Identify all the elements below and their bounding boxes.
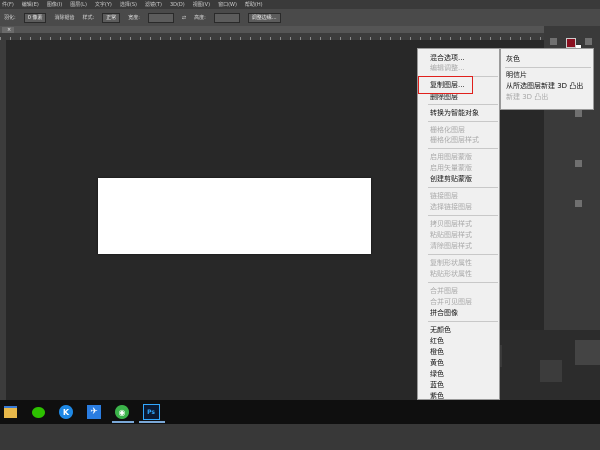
menu-window[interactable]: 窗口(W) [218, 1, 237, 8]
menu-item-new-3d-extrusion: 新建 3D 凸出 [506, 93, 549, 101]
active-app-indicator [112, 421, 134, 423]
menu-layer[interactable]: 图层(L) [70, 1, 87, 8]
menu-item-rasterize-layer: 栅格化图层 [430, 126, 465, 134]
menu-help[interactable]: 帮助(H) [245, 1, 263, 8]
feather-input[interactable]: 0 像素 [23, 12, 47, 23]
menu-item-copy-shape-attributes: 复制形状属性 [430, 259, 472, 267]
blurred-block [575, 340, 600, 365]
menu-item-link-layers: 链接图层 [430, 192, 458, 200]
panel-tool-icon[interactable] [575, 110, 582, 117]
feishu-icon[interactable]: ✈ [84, 402, 104, 422]
menu-separator [428, 187, 498, 188]
menu-item-blending-options[interactable]: 混合选项... [430, 54, 465, 63]
menu-select[interactable]: 选择(S) [120, 1, 137, 8]
menu-item-postcard[interactable]: 明信片 [506, 71, 527, 80]
menu-edit[interactable]: 编辑(E) [22, 1, 39, 8]
menu-item-merge-layers: 合并图层 [430, 287, 458, 295]
menu-image[interactable]: 图像(I) [47, 1, 62, 8]
close-icon[interactable]: × [7, 27, 11, 33]
menu-item-paste-layer-style: 粘贴图层样式 [430, 231, 472, 239]
menu-filter[interactable]: 滤镜(T) [145, 1, 162, 8]
panel-tool-icon[interactable] [575, 200, 582, 207]
menu-item-no-color[interactable]: 无颜色 [430, 326, 451, 335]
panel-tool-icon[interactable] [585, 38, 592, 45]
status-area [0, 424, 600, 450]
menu-3d[interactable]: 3D(D) [170, 2, 185, 8]
wechat-icon[interactable] [28, 402, 48, 422]
highlight-box [418, 76, 473, 94]
foreground-color-swatch[interactable] [566, 38, 576, 48]
menu-item-create-clipping-mask[interactable]: 创建剪贴蒙版 [430, 175, 472, 184]
menu-item-rasterize-layer-style: 栅格化图层样式 [430, 136, 479, 144]
kugou-icon[interactable]: K [56, 402, 76, 422]
width-label: 宽度: [128, 15, 140, 21]
menu-separator [505, 67, 591, 68]
menu-separator [428, 148, 498, 149]
green-app-icon[interactable]: ◉ [112, 402, 132, 422]
file-explorer-icon[interactable] [0, 402, 20, 422]
height-input[interactable] [213, 12, 240, 23]
blurred-block [540, 360, 562, 382]
document-canvas[interactable] [98, 178, 371, 254]
menu-type[interactable]: 文字(Y) [95, 1, 112, 8]
menu-separator [428, 282, 498, 283]
menu-item-clear-layer-style: 清除图层样式 [430, 242, 472, 250]
menu-separator [428, 321, 498, 322]
active-app-indicator [139, 421, 165, 423]
menu-separator [428, 121, 498, 122]
photoshop-icon[interactable]: Ps [141, 402, 161, 422]
menu-item-new-3d-extrusion-from-layer[interactable]: 从所选图层新建 3D 凸出 [506, 82, 583, 91]
menu-file[interactable]: 件(F) [2, 1, 14, 8]
menu-item-select-linked-layers: 选择链接图层 [430, 203, 472, 211]
horizontal-ruler [0, 33, 544, 40]
style-select[interactable]: 正常 [102, 12, 121, 23]
menu-item-yellow[interactable]: 黄色 [430, 359, 444, 368]
refine-edge-button[interactable]: 调整边缘... [247, 12, 281, 23]
width-input[interactable] [147, 12, 174, 23]
menu-view[interactable]: 视图(V) [193, 1, 210, 8]
options-bar: 羽化: 0 像素 消除锯齿 样式: 正常 宽度: ⇄ 高度: 调整边缘... [0, 9, 600, 26]
menu-item-paste-shape-attributes: 粘贴形状属性 [430, 270, 472, 278]
context-submenu: 灰色 明信片 从所选图层新建 3D 凸出 新建 3D 凸出 [500, 48, 594, 110]
menu-item-violet[interactable]: 紫色 [430, 392, 444, 401]
menu-separator [428, 215, 498, 216]
menu-item-green[interactable]: 绿色 [430, 370, 444, 379]
height-label: 高度: [194, 15, 206, 21]
document-tab[interactable]: × [2, 26, 15, 33]
menu-item-delete-layer[interactable]: 删除图层 [430, 93, 458, 102]
menu-item-enable-vector-mask: 启用矢量蒙版 [430, 164, 472, 172]
document-tab-bar: × [0, 26, 544, 33]
menu-item-orange[interactable]: 橙色 [430, 348, 444, 357]
menu-item-copy-layer-style: 拷贝图层样式 [430, 220, 472, 228]
menu-item-gray[interactable]: 灰色 [506, 55, 520, 64]
menu-bar: 件(F) 编辑(E) 图像(I) 图层(L) 文字(Y) 选择(S) 滤镜(T)… [0, 0, 600, 9]
panel-tool-icon[interactable] [575, 160, 582, 167]
menu-item-convert-smart-object[interactable]: 转换为智能对象 [430, 109, 479, 118]
panel-tool-icon[interactable] [550, 38, 557, 45]
menu-item-red[interactable]: 红色 [430, 337, 444, 346]
menu-item-merge-visible: 合并可见图层 [430, 298, 472, 306]
menu-item-blue[interactable]: 蓝色 [430, 381, 444, 390]
feather-label: 羽化: [4, 15, 16, 21]
style-label: 样式: [82, 15, 95, 21]
menu-separator [428, 104, 498, 105]
menu-item-enable-layer-mask: 启用图层蒙版 [430, 153, 472, 161]
swap-icon[interactable]: ⇄ [182, 15, 186, 21]
menu-separator [428, 254, 498, 255]
layer-context-menu: 混合选项... 编辑调整... 复制图层... 删除图层 转换为智能对象 栅格化… [417, 48, 500, 400]
antialias-checkbox[interactable]: 消除锯齿 [54, 14, 74, 21]
menu-item-flatten-image[interactable]: 拼合图像 [430, 309, 458, 318]
menu-item-edit-adjustment: 编辑调整... [430, 64, 465, 72]
